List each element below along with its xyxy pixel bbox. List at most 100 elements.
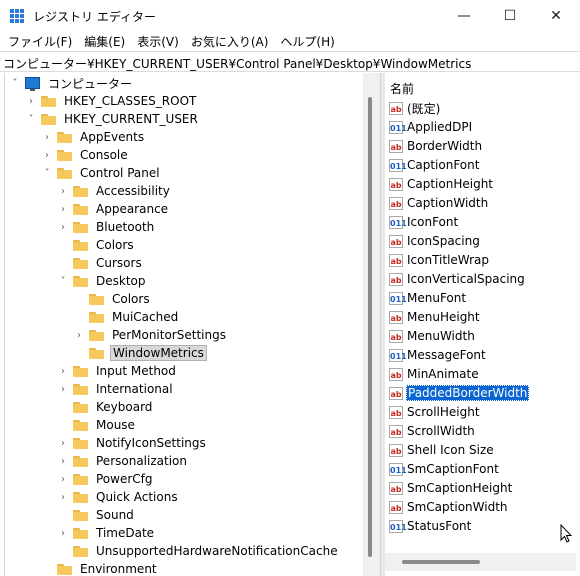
chevron-right-icon[interactable]: › bbox=[57, 366, 69, 377]
value-row[interactable]: ab MenuHeight bbox=[389, 308, 481, 326]
tree-node[interactable]: Mouse bbox=[57, 416, 137, 434]
tree-node[interactable]: Colors bbox=[73, 290, 152, 308]
tree-node[interactable]: › HKEY_CLASSES_ROOT bbox=[25, 92, 198, 110]
tree-node[interactable]: MuiCached bbox=[73, 308, 180, 326]
tree-node[interactable]: › International bbox=[57, 380, 175, 398]
tree-node[interactable]: ˅ Control Panel bbox=[41, 164, 162, 182]
tree-node[interactable]: Cursors bbox=[57, 254, 144, 272]
tree-node[interactable]: › Console bbox=[41, 146, 130, 164]
address-bar[interactable]: コンピューター¥HKEY_CURRENT_USER¥Control Panel¥… bbox=[0, 51, 580, 72]
tree-node-label: UnsupportedHardwareNotificationCache bbox=[96, 544, 338, 558]
chevron-right-icon[interactable]: › bbox=[57, 492, 69, 503]
tree-scroll-thumb[interactable] bbox=[368, 97, 372, 557]
tree-node[interactable]: ˅ コンピューター bbox=[9, 74, 134, 92]
chevron-right-icon[interactable]: › bbox=[57, 474, 69, 485]
chevron-right-icon[interactable]: › bbox=[41, 150, 53, 161]
tree-node[interactable]: › AppEvents bbox=[41, 128, 146, 146]
tree-node[interactable]: › Input Method bbox=[57, 362, 178, 380]
tree-node[interactable]: › Quick Actions bbox=[57, 488, 180, 506]
value-row[interactable]: 011 IconFont bbox=[389, 213, 459, 231]
value-row[interactable]: ab (既定) bbox=[389, 99, 441, 117]
value-row[interactable]: ab IconVerticalSpacing bbox=[389, 270, 526, 288]
tree-node[interactable]: Sound bbox=[57, 506, 136, 524]
values-list[interactable]: 名前 ab (既定) 011 AppliedDPI ab BorderWidth 011 Ca… bbox=[385, 73, 580, 576]
folder-icon bbox=[57, 167, 72, 179]
value-row[interactable]: 011 MessageFont bbox=[389, 346, 487, 364]
close-button[interactable]: ✕ bbox=[533, 0, 579, 31]
registry-tree[interactable]: ˅ コンピューター › HKEY_CLASSES_ROOT ˅ HKEY_CURRENT_… bbox=[4, 73, 364, 576]
chevron-right-icon[interactable]: › bbox=[73, 330, 85, 341]
string-value-icon: ab bbox=[389, 177, 403, 191]
string-value-icon: ab bbox=[389, 310, 403, 324]
chevron-right-icon[interactable]: › bbox=[41, 132, 53, 143]
tree-node[interactable]: Environment bbox=[41, 560, 159, 576]
tree-node[interactable]: Keyboard bbox=[57, 398, 154, 416]
value-row[interactable]: ab PaddedBorderWidth bbox=[389, 384, 530, 402]
column-header-name[interactable]: 名前 bbox=[385, 73, 580, 99]
tree-node[interactable]: › Appearance bbox=[57, 200, 170, 218]
tree-node[interactable]: Colors bbox=[57, 236, 136, 254]
tree-vertical-scrollbar[interactable] bbox=[363, 73, 380, 576]
tree-node[interactable]: › PerMonitorSettings bbox=[73, 326, 228, 344]
tree-node[interactable]: › Accessibility bbox=[57, 182, 172, 200]
chevron-right-icon[interactable]: › bbox=[57, 384, 69, 395]
tree-node[interactable]: › NotifyIconSettings bbox=[57, 434, 208, 452]
chevron-right-icon[interactable]: › bbox=[57, 186, 69, 197]
value-name: IconTitleWrap bbox=[407, 253, 490, 267]
value-row[interactable]: 011 SmCaptionFont bbox=[389, 460, 500, 478]
value-row[interactable]: 011 StatusFont bbox=[389, 517, 472, 535]
tree-node-label: Keyboard bbox=[96, 400, 153, 414]
folder-icon bbox=[73, 419, 88, 431]
menu-bar: ファイル(F) 編集(E) 表示(V) お気に入り(A) ヘルプ(H) bbox=[0, 31, 580, 50]
tree-node[interactable]: › TimeDate bbox=[57, 524, 156, 542]
menu-item[interactable]: お気に入り(A) bbox=[183, 31, 273, 50]
chevron-right-icon[interactable]: › bbox=[57, 438, 69, 449]
value-row[interactable]: ab BorderWidth bbox=[389, 137, 483, 155]
chevron-right-icon[interactable]: › bbox=[57, 456, 69, 467]
menu-item[interactable]: ファイル(F) bbox=[0, 31, 76, 50]
address-path[interactable]: コンピューター¥HKEY_CURRENT_USER¥Control Panel¥… bbox=[3, 55, 471, 72]
binary-value-icon: 011 bbox=[389, 120, 407, 134]
chevron-right-icon[interactable]: › bbox=[25, 96, 37, 107]
value-row[interactable]: ab MinAnimate bbox=[389, 365, 480, 383]
tree-node[interactable]: › Personalization bbox=[57, 452, 189, 470]
tree-node[interactable]: UnsupportedHardwareNotificationCache bbox=[57, 542, 340, 560]
value-row[interactable]: ab CaptionHeight bbox=[389, 175, 494, 193]
chevron-down-icon[interactable]: ˅ bbox=[25, 114, 37, 125]
chevron-right-icon[interactable]: › bbox=[57, 204, 69, 215]
chevron-right-icon[interactable]: › bbox=[57, 528, 69, 539]
value-row[interactable]: ab Shell Icon Size bbox=[389, 441, 495, 459]
menu-item[interactable]: ヘルプ(H) bbox=[272, 31, 338, 50]
menu-item[interactable]: 編集(E) bbox=[76, 31, 129, 50]
tree-node-label: Quick Actions bbox=[96, 490, 178, 504]
tree-node[interactable]: › Bluetooth bbox=[57, 218, 156, 236]
tree-node[interactable]: ˅ Desktop bbox=[57, 272, 148, 290]
value-row[interactable]: ab CaptionWidth bbox=[389, 194, 489, 212]
value-row[interactable]: ab SmCaptionWidth bbox=[389, 498, 509, 516]
folder-icon bbox=[73, 527, 88, 539]
tree-node-label: Cursors bbox=[96, 256, 142, 270]
value-row[interactable]: ab ScrollWidth bbox=[389, 422, 476, 440]
value-row[interactable]: ab MenuWidth bbox=[389, 327, 476, 345]
values-horizontal-scrollbar[interactable] bbox=[385, 553, 576, 571]
minimize-button[interactable]: — bbox=[441, 0, 487, 31]
value-row[interactable]: ab IconSpacing bbox=[389, 232, 481, 250]
chevron-down-icon[interactable]: ˅ bbox=[41, 168, 53, 179]
value-row[interactable]: ab IconTitleWrap bbox=[389, 251, 490, 269]
tree-node[interactable]: WindowMetrics bbox=[73, 344, 207, 362]
value-row[interactable]: 011 AppliedDPI bbox=[389, 118, 473, 136]
value-name: CaptionWidth bbox=[407, 196, 489, 210]
value-row[interactable]: 011 CaptionFont bbox=[389, 156, 480, 174]
tree-node[interactable]: ˅ HKEY_CURRENT_USER bbox=[25, 110, 200, 128]
value-row[interactable]: 011 MenuFont bbox=[389, 289, 467, 307]
tree-node[interactable]: › PowerCfg bbox=[57, 470, 155, 488]
chevron-right-icon[interactable]: › bbox=[57, 222, 69, 233]
menu-item[interactable]: 表示(V) bbox=[129, 31, 183, 50]
chevron-down-icon[interactable]: ˅ bbox=[9, 78, 21, 89]
value-row[interactable]: ab ScrollHeight bbox=[389, 403, 481, 421]
value-row[interactable]: ab SmCaptionHeight bbox=[389, 479, 513, 497]
chevron-down-icon[interactable]: ˅ bbox=[57, 276, 69, 287]
values-scroll-thumb[interactable] bbox=[402, 560, 480, 564]
value-name: MenuFont bbox=[407, 291, 467, 305]
maximize-button[interactable]: ☐ bbox=[487, 0, 533, 31]
